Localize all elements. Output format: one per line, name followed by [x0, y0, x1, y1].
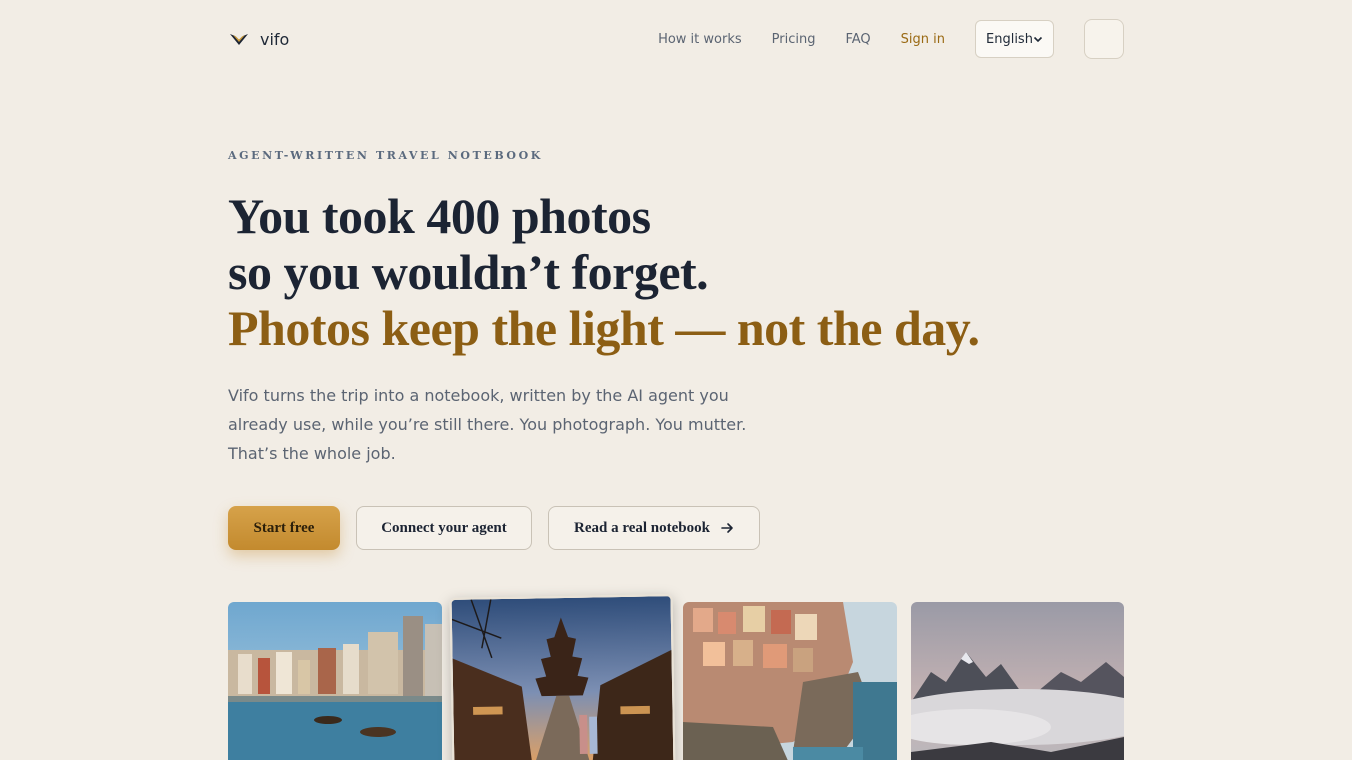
headline-line-2: so you wouldn’t forget. [228, 244, 709, 300]
connect-agent-button[interactable]: Connect your agent [356, 506, 532, 550]
language-value: English [986, 31, 1033, 47]
read-notebook-label: Read a real notebook [574, 519, 710, 536]
photo-strip [228, 594, 1124, 760]
chevron-down-icon [1033, 36, 1043, 43]
vifo-wing-logo-icon [230, 34, 248, 45]
arrow-right-icon [721, 523, 733, 533]
headline-line-1: You took 400 photos [228, 188, 651, 244]
nav-faq[interactable]: FAQ [845, 32, 870, 47]
riverside-town-photo[interactable] [228, 602, 442, 760]
top-nav: vifo How it works Pricing FAQ Sign in En… [228, 19, 1124, 59]
theme-toggle-button[interactable] [1084, 19, 1124, 59]
language-select[interactable]: English [975, 20, 1054, 58]
read-notebook-button[interactable]: Read a real notebook [548, 506, 760, 550]
hero-eyebrow: AGENT-WRITTEN TRAVEL NOTEBOOK [228, 149, 543, 162]
mountain-clouds-photo[interactable] [911, 602, 1124, 760]
cta-row: Start free Connect your agent Read a rea… [228, 506, 760, 550]
cliffside-village-photo[interactable] [683, 602, 897, 760]
brand-name: vifo [260, 29, 290, 49]
hero-headline: You took 400 photos so you wouldn’t forg… [228, 188, 980, 356]
nav-how-it-works[interactable]: How it works [658, 32, 742, 47]
nav-links: How it works Pricing FAQ Sign in English [658, 19, 1124, 59]
hero-description: Vifo turns the trip into a notebook, wri… [228, 386, 747, 463]
nav-pricing[interactable]: Pricing [772, 32, 816, 47]
pagoda-street-photo[interactable] [449, 594, 676, 760]
nav-sign-in[interactable]: Sign in [901, 32, 945, 47]
headline-accent: Photos keep the light — not the day. [228, 300, 980, 356]
brand-logo[interactable]: vifo [228, 28, 289, 50]
start-free-button[interactable]: Start free [228, 506, 340, 550]
